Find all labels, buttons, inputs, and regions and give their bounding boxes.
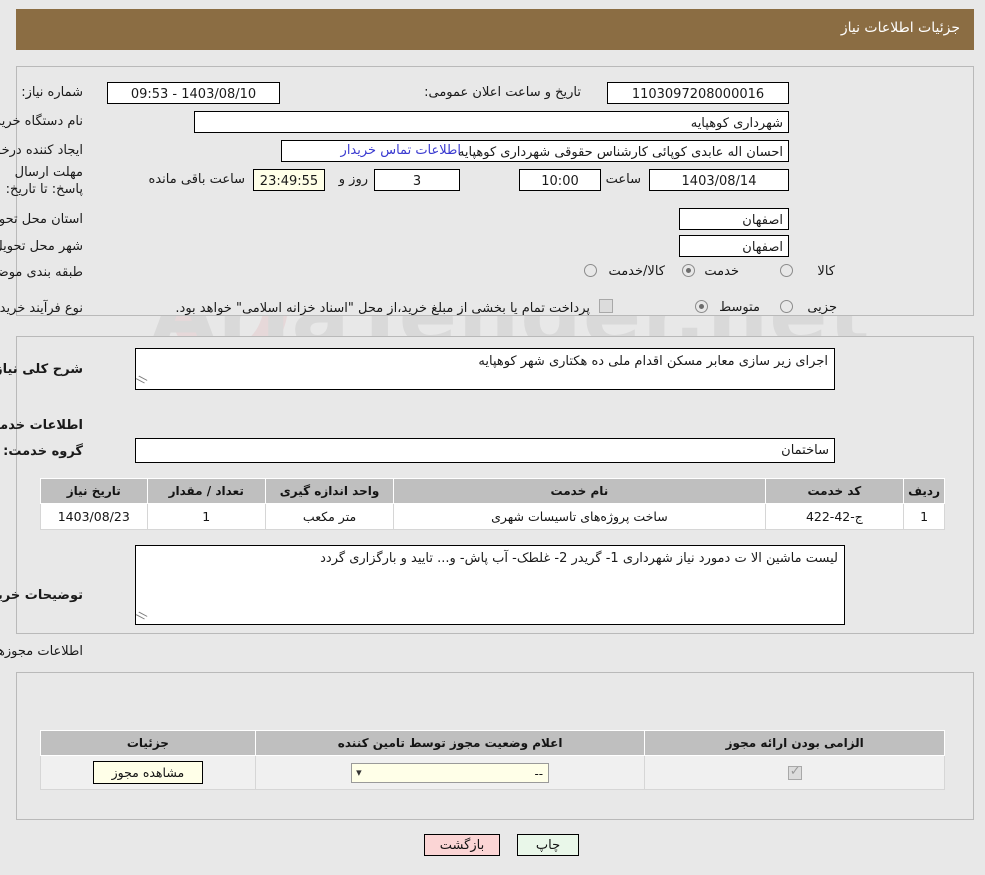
radio-category-kala-khedmat[interactable] xyxy=(584,264,597,277)
radio-category-kala-label: کالا xyxy=(817,264,835,279)
print-button[interactable]: چاپ xyxy=(517,834,579,856)
th-permit-details: جزئیات xyxy=(40,730,256,756)
th-service-name: نام خدمت xyxy=(393,478,766,504)
announce-datetime-label: تاریخ و ساعت اعلان عمومی: xyxy=(424,85,581,100)
page-root: AriaTender.net جزئیات اطلاعات نیاز شماره… xyxy=(0,0,985,875)
delivery-city-field[interactable]: اصفهان xyxy=(679,235,789,257)
general-description-label: شرح کلی نیاز: xyxy=(0,362,83,377)
cell-need-date: 1403/08/23 xyxy=(40,503,148,530)
countdown-timer-field: 23:49:55 xyxy=(253,169,325,191)
treasury-bonds-note: پرداخت تمام یا بخشی از مبلغ خرید،از محل … xyxy=(175,301,590,316)
need-number-label: شماره نیاز: xyxy=(21,85,83,100)
radio-process-jozi-label: جزیی xyxy=(807,300,837,315)
services-table: ردیف کد خدمت نام خدمت واحد اندازه گیری ت… xyxy=(40,478,945,530)
th-permit-status: اعلام وضعیت مجوز توسط تامین کننده xyxy=(254,730,646,756)
permits-caption: اطلاعات مجوزهای ارائه خدمت / کالا xyxy=(0,644,83,659)
chevron-down-icon: ▾ xyxy=(356,765,362,779)
th-need-date: تاریخ نیاز xyxy=(40,478,148,504)
treasury-bonds-checkbox[interactable] xyxy=(599,299,613,313)
purchase-process-label: نوع فرآیند خرید : xyxy=(0,301,83,316)
deadline-hour-field[interactable]: 10:00 xyxy=(519,169,601,191)
delivery-province-field[interactable]: اصفهان xyxy=(679,208,789,230)
page-title: جزئیات اطلاعات نیاز xyxy=(840,20,960,36)
buyer-notes-label: توضیحات خریدار: xyxy=(0,588,83,603)
cell-quantity: 1 xyxy=(146,503,266,530)
permit-required-checkbox xyxy=(787,764,802,780)
th-quantity: تعداد / مقدار xyxy=(146,478,266,504)
cell-row: 1 xyxy=(903,503,945,530)
countdown-timer-label: ساعت باقی مانده xyxy=(148,172,245,187)
view-permit-button[interactable]: مشاهده مجوز xyxy=(92,761,204,784)
remaining-days-label: روز و xyxy=(338,172,368,187)
th-service-code: کد خدمت xyxy=(764,478,905,504)
th-row: ردیف xyxy=(903,478,945,504)
permits-table: الزامی بودن ارائه مجوز اعلام وضعیت مجوز … xyxy=(40,730,945,790)
cell-service-code: ج-42-422 xyxy=(764,503,905,530)
radio-category-khedmat-label: خدمت xyxy=(704,264,739,279)
radio-process-motavaset[interactable] xyxy=(695,300,708,313)
cell-unit: متر مکعب xyxy=(264,503,395,530)
delivery-city-label: شهر محل تحویل: xyxy=(0,239,83,254)
service-group-field[interactable]: ساختمان xyxy=(135,438,835,463)
permit-status-select[interactable]: ▾ -- xyxy=(351,762,550,783)
buyer-notes-textarea[interactable]: لیست ماشین الا ت دمورد نیاز شهرداری 1- گ… xyxy=(135,545,845,625)
cell-permit-status: ▾ -- xyxy=(254,755,646,790)
permit-status-value: -- xyxy=(534,766,544,781)
deadline-date-field[interactable]: 1403/08/14 xyxy=(649,169,789,191)
back-button[interactable]: بازگشت xyxy=(424,834,500,856)
deadline-hour-label: ساعت xyxy=(605,172,641,187)
announce-datetime-field[interactable]: 1403/08/10 - 09:53 xyxy=(107,82,280,104)
radio-process-motavaset-label: متوسط xyxy=(719,300,760,315)
buyer-contact-link[interactable]: اطلاعات تماس خریدار xyxy=(341,143,461,158)
permits-table-header-row: الزامی بودن ارائه مجوز اعلام وضعیت مجوز … xyxy=(40,730,945,756)
cell-service-name: ساخت پروژه‌های تاسیسات شهری xyxy=(393,503,766,530)
table-row: ▾ -- مشاهده مجوز xyxy=(40,755,945,790)
general-description-textarea[interactable]: اجرای زیر سازی معابر مسکن اقدام ملی ده ه… xyxy=(135,348,835,390)
buyer-org-label: نام دستگاه خریدار: xyxy=(0,114,83,129)
request-creator-label: ایجاد کننده درخواست: xyxy=(0,143,83,158)
delivery-province-label: استان محل تحویل: xyxy=(0,212,83,227)
th-unit: واحد اندازه گیری xyxy=(264,478,395,504)
service-group-label: گروه خدمت: xyxy=(3,444,83,459)
need-number-field[interactable]: 1103097208000016 xyxy=(607,82,789,104)
remaining-days-field[interactable]: 3 xyxy=(374,169,460,191)
table-row: 1 ج-42-422 ساخت پروژه‌های تاسیسات شهری م… xyxy=(40,503,945,530)
radio-category-khedmat[interactable] xyxy=(682,264,695,277)
radio-category-kala[interactable] xyxy=(780,264,793,277)
services-table-header-row: ردیف کد خدمت نام خدمت واحد اندازه گیری ت… xyxy=(40,478,945,504)
th-permit-required: الزامی بودن ارائه مجوز xyxy=(644,730,945,756)
header-bar: جزئیات اطلاعات نیاز xyxy=(16,9,974,50)
cell-permit-details: مشاهده مجوز xyxy=(40,755,256,790)
radio-process-jozi[interactable] xyxy=(780,300,793,313)
subject-category-label: طبقه بندی موضوعی: xyxy=(0,265,83,280)
radio-category-kala-khedmat-label: کالا/خدمت xyxy=(608,264,665,279)
buyer-org-field[interactable]: شهرداری کوهپایه xyxy=(194,111,789,133)
services-info-caption: اطلاعات خدمات مورد نیاز xyxy=(0,418,83,433)
deadline-label: مهلت ارسال پاسخ: تا تاریخ: xyxy=(5,165,83,197)
cell-permit-required xyxy=(644,755,945,790)
